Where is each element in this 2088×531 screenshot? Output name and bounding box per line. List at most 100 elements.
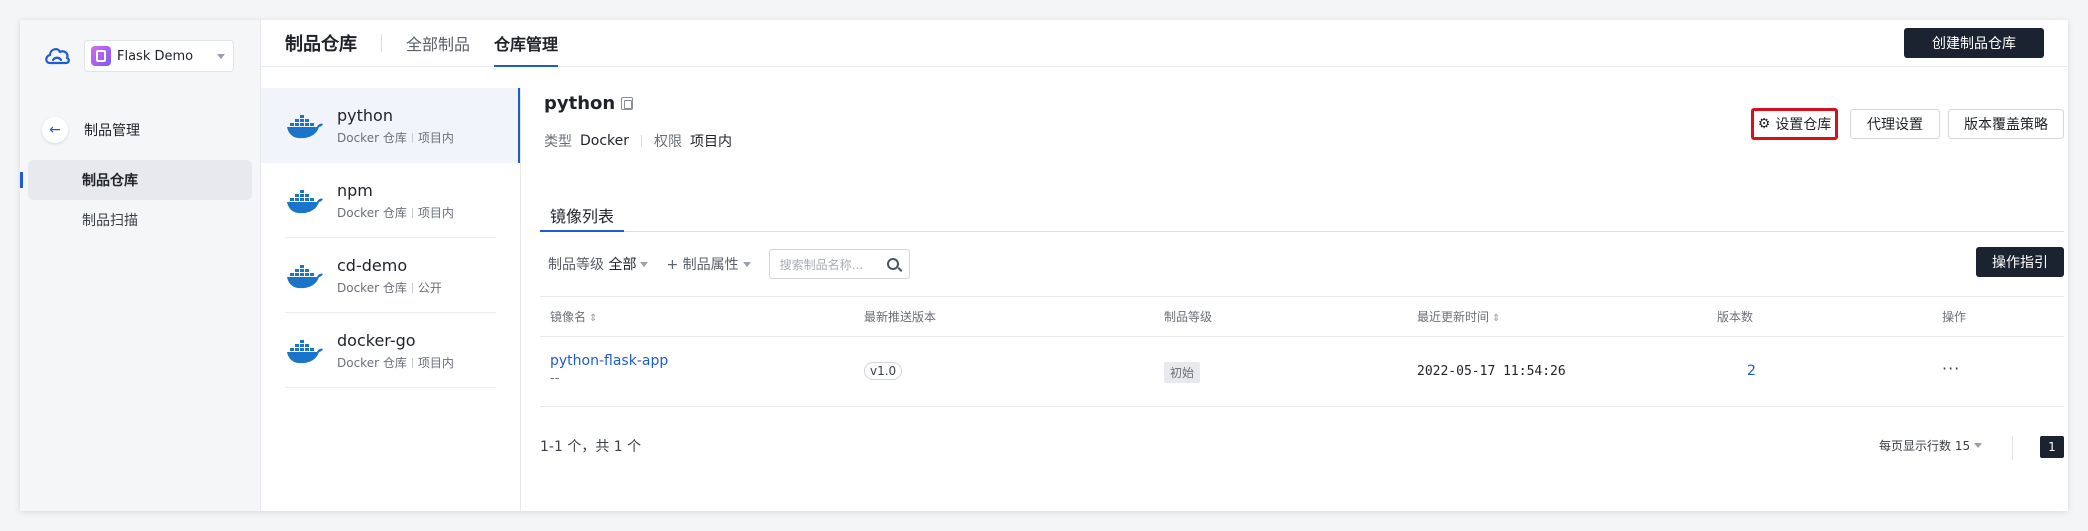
back-row: ← 制品管理: [20, 108, 260, 152]
sidebar-item-label: 制品扫描: [82, 213, 138, 229]
attr-filter[interactable]: + 制品属性: [666, 254, 751, 274]
docker-icon: [287, 114, 323, 138]
repo-meta: Docker 仓库 公开: [337, 279, 442, 296]
version-count-link[interactable]: 2: [1747, 363, 1756, 379]
back-arrow-icon[interactable]: ←: [42, 117, 68, 143]
cloud-logo-icon[interactable]: [42, 41, 72, 71]
repo-item-cd-demo[interactable]: cd-demo Docker 仓库 公开: [261, 238, 520, 313]
repo-scope: 项目内: [417, 205, 454, 220]
header-image-name[interactable]: 镜像名 ⇕: [550, 308, 597, 325]
repo-settings-button[interactable]: ⚙ 设置仓库: [1751, 108, 1838, 140]
chevron-down-icon: [742, 262, 751, 267]
create-repo-button[interactable]: 创建制品仓库: [1904, 28, 2044, 58]
table-row: python-flask-app -- v1.0 初始 2022-05-17 1…: [540, 337, 2064, 407]
guide-button[interactable]: 操作指引: [1976, 247, 2064, 277]
filter-bar: 制品等级 全部 + 制品属性 搜索制品名称...: [548, 249, 910, 279]
tab-image-list-label: 镜像列表: [550, 207, 615, 226]
page-header: 制品仓库 全部制品 仓库管理 创建制品仓库: [261, 20, 2068, 67]
repo-name: python: [337, 105, 393, 125]
image-desc: --: [550, 371, 560, 386]
chevron-down-icon: [217, 53, 225, 59]
project-selector[interactable]: Flask Demo: [84, 40, 234, 72]
sidebar-item-artifact-scan[interactable]: 制品扫描: [28, 200, 252, 240]
chevron-down-icon: [640, 262, 649, 267]
repo-type: Docker 仓库: [337, 205, 407, 220]
pagination-divider: [2012, 436, 2013, 460]
sidebar-item-label: 制品仓库: [82, 173, 138, 189]
header-label: 镜像名: [550, 310, 587, 324]
repo-meta: Docker 仓库 项目内: [337, 129, 454, 146]
header-label: 最近更新时间: [1417, 310, 1490, 324]
repo-name: docker-go: [337, 330, 416, 350]
repo-list: python Docker 仓库 项目内 npm Docker 仓库 项目内 c…: [261, 88, 521, 511]
page-size-selector[interactable]: 每页显示行数 15: [1879, 437, 1983, 454]
repo-meta: Docker 仓库 项目内: [337, 204, 454, 221]
more-actions-icon[interactable]: ···: [1942, 359, 1960, 378]
repo-type: Docker 仓库: [337, 355, 407, 370]
repo-item-docker-go[interactable]: docker-go Docker 仓库 项目内: [261, 313, 520, 388]
perm-value: 项目内: [690, 134, 733, 150]
search-input[interactable]: 搜索制品名称...: [768, 249, 910, 279]
page-number-current[interactable]: 1: [2040, 436, 2064, 458]
header-latest-version: 最新推送版本: [864, 310, 937, 324]
level-filter[interactable]: 制品等级 全部: [548, 254, 649, 274]
repo-title: python: [544, 93, 634, 114]
proxy-settings-button[interactable]: 代理设置: [1850, 109, 1940, 139]
repo-meta: Docker 仓库 项目内: [337, 354, 454, 371]
page-title: 制品仓库: [285, 34, 357, 55]
chevron-down-icon: [1974, 443, 1983, 448]
repo-item-python[interactable]: python Docker 仓库 项目内: [261, 88, 520, 163]
sort-icon: ⇕: [1492, 313, 1501, 324]
project-name: Flask Demo: [117, 48, 194, 64]
repo-type: Docker 仓库: [337, 280, 407, 295]
repo-scope: 公开: [417, 280, 442, 295]
app-window: Flask Demo ← 制品管理 制品仓库 制品扫描 制品仓库 全部制品 仓库…: [20, 20, 2068, 511]
type-label: 类型: [544, 134, 572, 150]
repo-name: cd-demo: [337, 255, 408, 275]
updated-time: 2022-05-17 11:54:26: [1417, 364, 1566, 379]
tab-all-artifacts[interactable]: 全部制品: [406, 20, 470, 67]
repo-type: Docker 仓库: [337, 130, 407, 145]
sort-icon: ⇕: [589, 313, 598, 324]
search-placeholder: 搜索制品名称...: [779, 257, 864, 272]
gear-icon: ⚙: [1757, 116, 1771, 132]
header-level: 制品等级: [1164, 310, 1213, 324]
level-filter-label: 制品等级: [548, 257, 604, 273]
back-label: 制品管理: [84, 123, 140, 139]
copy-icon[interactable]: [621, 97, 634, 110]
repo-name: npm: [337, 180, 373, 200]
attr-filter-label: + 制品属性: [666, 257, 739, 273]
repo-info: 类型 Docker 权限 项目内: [544, 131, 732, 151]
docker-icon: [287, 189, 323, 213]
type-value: Docker: [580, 133, 630, 149]
page-size-label: 每页显示行数 15: [1879, 439, 1971, 453]
header-actions: 操作: [1942, 310, 1967, 324]
sidebar: Flask Demo ← 制品管理 制品仓库 制品扫描: [20, 20, 261, 511]
image-table: 镜像名 ⇕ 最新推送版本 制品等级 最近更新时间 ⇕ 版本数 操作 python-f…: [540, 296, 2064, 407]
image-name-link[interactable]: python-flask-app: [550, 353, 668, 369]
repo-scope: 项目内: [417, 130, 454, 145]
pagination-total: 1-1 个，共 1 个: [540, 439, 642, 455]
sidebar-header: Flask Demo: [20, 20, 260, 92]
header-divider: [381, 34, 382, 52]
repo-item-npm[interactable]: npm Docker 仓库 项目内: [261, 163, 520, 238]
tab-repo-management[interactable]: 仓库管理: [494, 20, 559, 67]
repo-scope: 项目内: [417, 355, 454, 370]
level-filter-value: 全部: [608, 257, 637, 273]
version-tag: v1.0: [864, 362, 903, 380]
search-icon[interactable]: [886, 258, 899, 270]
header-version-count: 版本数: [1717, 310, 1754, 324]
repo-settings-label: 设置仓库: [1775, 117, 1832, 133]
repo-title-text: python: [544, 93, 616, 114]
table-header: 镜像名 ⇕ 最新推送版本 制品等级 最近更新时间 ⇕ 版本数 操作: [540, 296, 2064, 337]
sidebar-item-artifact-repo[interactable]: 制品仓库: [20, 160, 252, 200]
header-updated[interactable]: 最近更新时间 ⇕: [1417, 308, 1500, 325]
version-override-button[interactable]: 版本覆盖策略: [1948, 109, 2064, 139]
repo-detail: python 类型 Docker 权限 项目内 ⚙ 设置仓库 代理设置 版本覆盖…: [540, 88, 2064, 511]
level-tag: 初始: [1164, 362, 1201, 383]
docker-icon: [287, 264, 323, 288]
tab-image-list[interactable]: 镜像列表: [540, 202, 2064, 232]
docker-icon: [287, 339, 323, 363]
perm-label: 权限: [654, 134, 683, 150]
project-logo-icon: [91, 46, 111, 66]
